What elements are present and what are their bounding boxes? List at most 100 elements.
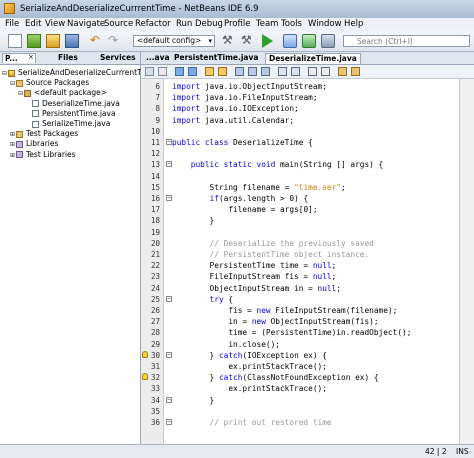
- code-line: PersistentTime time = null;: [172, 261, 337, 271]
- code-line: }: [172, 395, 215, 405]
- tree-item[interactable]: ⊞ Libraries: [10, 139, 58, 149]
- java-file-icon: [32, 120, 39, 128]
- run-icon[interactable]: [262, 34, 273, 48]
- line-number: 13: [150, 160, 160, 170]
- debug-icon[interactable]: [283, 34, 297, 48]
- line-number: 10: [150, 126, 160, 136]
- line-number-gutter: 6 7 8 9 10 11 12 13 14 15 16 17 18 19 20 21 22 23 24 25 26 27…: [141, 79, 164, 444]
- tab-deserializetime[interactable]: DeserializeTime.java: [265, 53, 361, 64]
- stop-macro-icon[interactable]: [321, 67, 330, 76]
- config-dropdown[interactable]: <default config> ▾: [133, 35, 215, 47]
- code-line: import java.io.ObjectInputStream;: [172, 82, 327, 91]
- fold-toggle-icon[interactable]: −: [166, 161, 172, 168]
- tree-item[interactable]: ⊞ Test Packages: [10, 129, 78, 139]
- hammer-icon[interactable]: ⚒: [222, 34, 236, 48]
- tree-item-label: Test Packages: [26, 129, 79, 139]
- menu-team[interactable]: Team: [256, 19, 278, 29]
- fold-toggle-icon[interactable]: −: [166, 195, 172, 201]
- line-number: 20: [150, 238, 160, 248]
- shift-right-icon[interactable]: [291, 67, 300, 76]
- uncomment-icon[interactable]: [351, 67, 360, 76]
- tree-item-label: PersistentTime.java: [42, 108, 116, 118]
- tree-item[interactable]: SerializeTime.java: [26, 119, 110, 129]
- project-icon: [8, 69, 15, 77]
- tree-item[interactable]: ⊞ Test Libraries: [10, 150, 76, 160]
- source-view-icon[interactable]: [145, 67, 154, 76]
- new-file-icon[interactable]: [8, 34, 22, 48]
- attach-debugger-icon[interactable]: [321, 34, 335, 48]
- fold-toggle-icon[interactable]: −: [166, 139, 172, 145]
- tree-item-label: SerializeAndDeserializeCurrrentTime: [18, 68, 156, 77]
- comment-icon[interactable]: [338, 67, 347, 76]
- tab-files[interactable]: Files: [56, 53, 80, 63]
- fold-toggle-icon[interactable]: −: [166, 419, 172, 425]
- menu-file[interactable]: File: [5, 19, 19, 29]
- code-editor[interactable]: import java.io.ObjectInputStream; import …: [164, 79, 459, 444]
- projects-panel: P... × Files Services ⊟ SerializeAndDeser…: [0, 52, 155, 444]
- line-number: 9: [155, 115, 160, 125]
- line-number: 26: [150, 306, 160, 315]
- menu-run[interactable]: Run: [176, 19, 192, 29]
- tree-item[interactable]: DeserializeTime.java: [26, 99, 120, 109]
- vertical-scrollbar[interactable]: [459, 79, 474, 444]
- menu-help[interactable]: Help: [344, 19, 363, 29]
- code-line: ObjectInputStream in = null;: [172, 283, 342, 293]
- redo-icon[interactable]: ↷: [108, 34, 122, 48]
- fold-toggle-icon[interactable]: −: [166, 295, 172, 302]
- menu-source[interactable]: Source: [104, 19, 133, 29]
- menu-view[interactable]: View: [45, 19, 65, 29]
- menu-window[interactable]: Window: [308, 19, 342, 29]
- menu-edit[interactable]: Edit: [25, 19, 41, 29]
- hint-bulb-icon[interactable]: [142, 373, 148, 381]
- back-icon[interactable]: [175, 67, 184, 76]
- save-all-icon[interactable]: [65, 34, 79, 48]
- search-input[interactable]: [343, 35, 470, 47]
- tree-item[interactable]: ⊟ SerializeAndDeserializeCurrrentTime: [2, 68, 155, 78]
- toggle-highlight-icon[interactable]: [235, 67, 244, 76]
- line-number: 25: [150, 294, 160, 304]
- menu-tools[interactable]: Tools: [281, 19, 302, 29]
- main-toolbar: ↶ ↷ <default config> ▾ ⚒ ⚒: [0, 31, 474, 52]
- find-next-icon[interactable]: [218, 67, 227, 76]
- start-macro-icon[interactable]: [308, 67, 317, 76]
- close-icon[interactable]: ×: [28, 53, 34, 61]
- previous-bookmark-icon[interactable]: [248, 67, 257, 76]
- line-number: 12: [150, 149, 160, 159]
- code-line: // PersistentTime object instance.: [172, 250, 370, 259]
- tab-services[interactable]: Services: [98, 53, 138, 63]
- next-bookmark-icon[interactable]: [261, 67, 270, 76]
- folder-icon: [16, 130, 23, 138]
- hint-bulb-icon[interactable]: [142, 350, 148, 358]
- menu-profile[interactable]: Profile: [224, 19, 250, 29]
- line-number: 33: [150, 384, 160, 394]
- tab-persistenttime[interactable]: PersistentTime.java: [171, 53, 261, 64]
- new-project-icon[interactable]: [27, 34, 41, 48]
- menu-debug[interactable]: Debug: [195, 19, 223, 29]
- fold-toggle-icon[interactable]: −: [166, 351, 172, 358]
- clean-build-icon[interactable]: ⚒: [241, 34, 255, 48]
- line-number: 7: [155, 93, 160, 103]
- tab-file-1[interactable]: ...ava: [143, 53, 173, 64]
- tree-item[interactable]: ⊟ <default package>: [18, 88, 107, 98]
- find-previous-icon[interactable]: [205, 67, 214, 76]
- menu-bar: File Edit View Navigate Source Refactor …: [0, 18, 474, 31]
- forward-icon[interactable]: [188, 67, 197, 76]
- shift-left-icon[interactable]: [278, 67, 287, 76]
- line-number: 14: [150, 171, 160, 181]
- window-title: SerializeAndDeserializeCurrrentTime - Ne…: [20, 4, 259, 14]
- netbeans-icon: [4, 3, 15, 14]
- library-icon: [16, 140, 23, 148]
- tree-item-label: Test Libraries: [26, 149, 76, 159]
- profile-icon[interactable]: [302, 34, 316, 48]
- undo-icon[interactable]: ↶: [90, 34, 104, 48]
- code-line: import java.util.Calendar;: [172, 115, 295, 125]
- line-number: 11: [150, 138, 160, 147]
- tree-item[interactable]: PersistentTime.java: [26, 109, 116, 119]
- code-line: }: [172, 216, 215, 226]
- menu-refactor[interactable]: Refactor: [135, 19, 171, 29]
- tree-item[interactable]: ⊟ Source Packages: [10, 78, 89, 88]
- menu-navigate[interactable]: Navigate: [67, 19, 105, 29]
- open-project-icon[interactable]: [46, 34, 60, 48]
- fold-toggle-icon[interactable]: −: [166, 396, 172, 403]
- history-view-icon[interactable]: [158, 67, 167, 76]
